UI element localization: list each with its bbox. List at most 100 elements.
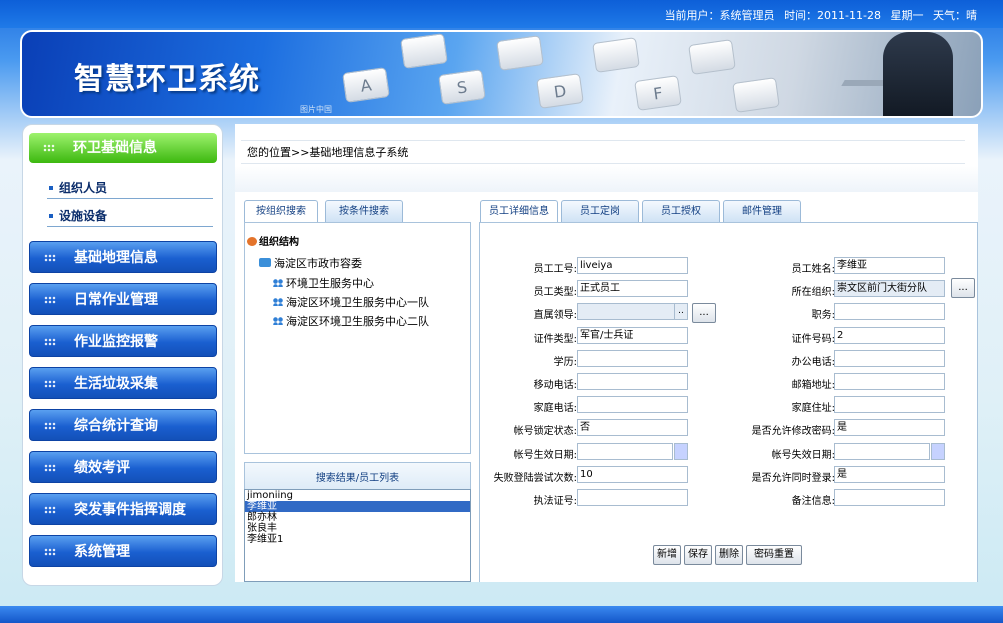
list-item[interactable]: 张良丰 bbox=[245, 523, 470, 534]
form-input[interactable] bbox=[577, 303, 688, 320]
tree-node-label: 环境卫生服务中心 bbox=[286, 277, 374, 290]
submenu-item-facilities[interactable]: 设施设备 bbox=[47, 205, 213, 227]
keyboard-key-blank bbox=[732, 77, 780, 113]
date-picker-icon[interactable] bbox=[674, 443, 688, 460]
keyboard-key-blank bbox=[592, 37, 640, 73]
grid-dots-icon bbox=[43, 144, 55, 152]
browse-org-button[interactable]: ... bbox=[951, 278, 975, 298]
form-input[interactable] bbox=[834, 489, 945, 506]
header-banner: A S D F 智慧环卫系统 图片中国 bbox=[20, 30, 983, 118]
org-root-icon bbox=[247, 237, 257, 246]
current-time: 时间：2011-11-28 bbox=[784, 9, 881, 22]
submenu-item-staff[interactable]: 组织人员 bbox=[47, 177, 213, 199]
employee-listbox[interactable]: jimoniing 李维亚 郎亦林 张良丰 李维亚1 bbox=[244, 489, 471, 582]
sidebar-item-label: 基础地理信息 bbox=[74, 250, 158, 266]
tree-node-municipal[interactable]: 海淀区市政市容委 bbox=[259, 255, 362, 271]
keyboard-key: A bbox=[342, 67, 390, 103]
form-input[interactable]: 2 bbox=[834, 327, 945, 344]
add-button[interactable]: 新增 bbox=[653, 545, 681, 565]
form-input[interactable] bbox=[577, 489, 688, 506]
form-input[interactable] bbox=[834, 443, 930, 460]
tree-root[interactable]: 组织结构 bbox=[247, 233, 299, 248]
weekday: 星期一 bbox=[890, 9, 924, 22]
form-label: 证件类型: bbox=[533, 334, 577, 345]
tree-node-team-1[interactable]: 海淀区环境卫生服务中心一队 bbox=[273, 294, 429, 310]
form-input[interactable] bbox=[577, 350, 688, 367]
form-input[interactable]: 否 bbox=[577, 419, 688, 436]
form-input[interactable]: 崇文区前门大街分队 bbox=[834, 280, 945, 297]
form-label: 家庭电话: bbox=[533, 403, 577, 414]
sidebar-item-garbage-collection[interactable]: 生活垃圾采集 bbox=[29, 367, 217, 399]
sidebar-item-monitor-alarm[interactable]: 作业监控报警 bbox=[29, 325, 217, 357]
sidebar-item-system-admin[interactable]: 系统管理 bbox=[29, 535, 217, 567]
form-label: 备注信息: bbox=[791, 496, 835, 507]
tab-employee-details[interactable]: 员工详细信息 bbox=[480, 200, 558, 223]
form-input[interactable] bbox=[834, 373, 945, 390]
form-label: 帐号锁定状态: bbox=[513, 426, 577, 437]
grid-dots-icon bbox=[44, 338, 56, 346]
form-input[interactable] bbox=[577, 396, 688, 413]
tab-mail-manage[interactable]: 邮件管理 bbox=[723, 200, 801, 222]
form-label: 移动电话: bbox=[533, 380, 577, 391]
tab-employee-post[interactable]: 员工定岗 bbox=[561, 200, 639, 222]
form-input[interactable]: liveiya bbox=[577, 257, 688, 274]
form-label: 员工姓名: bbox=[791, 264, 835, 275]
date-picker-icon[interactable] bbox=[931, 443, 945, 460]
list-item[interactable]: 郎亦林 bbox=[245, 512, 470, 523]
form-input[interactable] bbox=[834, 350, 945, 367]
form-input[interactable] bbox=[834, 303, 945, 320]
list-item[interactable]: jimoniing bbox=[245, 490, 470, 501]
tab-search-by-org[interactable]: 按组织搜索 bbox=[244, 200, 318, 223]
reset-password-button[interactable]: 密码重置 bbox=[746, 545, 802, 565]
sidebar: 环卫基础信息 组织人员 设施设备 基础地理信息 日常作业管理 作业监控报警 生活… bbox=[22, 124, 223, 586]
form-input[interactable]: 正式员工 bbox=[577, 280, 688, 297]
delete-button[interactable]: 删除 bbox=[715, 545, 743, 565]
list-item-selected[interactable]: 李维亚 bbox=[245, 501, 470, 512]
form-label: 直属领导: bbox=[533, 310, 577, 321]
grid-dots-icon bbox=[44, 548, 56, 556]
grid-dots-icon bbox=[44, 296, 56, 304]
tree-node-service-center[interactable]: 环境卫生服务中心 bbox=[273, 275, 374, 291]
sidebar-item-daily-ops[interactable]: 日常作业管理 bbox=[29, 283, 217, 315]
form-input[interactable]: 是 bbox=[834, 419, 945, 436]
tab-employee-authorize[interactable]: 员工授权 bbox=[642, 200, 720, 222]
browse-leader-button[interactable]: ... bbox=[692, 303, 716, 323]
form-label: 员工工号: bbox=[533, 264, 577, 275]
form-input[interactable]: 李维亚 bbox=[834, 257, 945, 274]
sidebar-item-sanitation-basic-info[interactable]: 环卫基础信息 bbox=[29, 133, 217, 163]
org-tree-panel: 组织结构 海淀区市政市容委 环境卫生服务中心 海淀区环境卫生服务中心一队 海淀区… bbox=[244, 222, 471, 454]
form-label: 学历: bbox=[553, 357, 577, 368]
form-label: 邮箱地址: bbox=[791, 380, 835, 391]
org-unit-icon bbox=[273, 279, 283, 287]
current-user: 当前用户：系统管理员 bbox=[664, 9, 775, 22]
list-item[interactable]: 李维亚1 bbox=[245, 534, 470, 545]
form-label: 员工类型: bbox=[533, 287, 577, 298]
sidebar-item-emergency[interactable]: 突发事件指挥调度 bbox=[29, 493, 217, 525]
form-input[interactable]: 军官/士兵证 bbox=[577, 327, 688, 344]
breadcrumb: 您的位置>>基础地理信息子系统 bbox=[241, 140, 965, 164]
grid-dots-icon bbox=[44, 422, 56, 430]
sidebar-item-statistics[interactable]: 综合统计查询 bbox=[29, 409, 217, 441]
form-input[interactable] bbox=[577, 443, 673, 460]
tree-root-label: 组织结构 bbox=[259, 237, 299, 248]
tab-search-by-condition[interactable]: 按条件搜索 bbox=[325, 200, 403, 222]
form-label: 是否允许同时登录: bbox=[751, 473, 835, 484]
sidebar-item-label: 日常作业管理 bbox=[74, 292, 158, 308]
save-button[interactable]: 保存 bbox=[684, 545, 712, 565]
form-input[interactable]: 是 bbox=[834, 466, 945, 483]
leader-picker-button[interactable]: .. bbox=[674, 303, 688, 320]
form-label: 帐号生效日期: bbox=[513, 450, 577, 461]
form-input[interactable] bbox=[834, 396, 945, 413]
form-input[interactable] bbox=[577, 373, 688, 390]
tree-node-team-2[interactable]: 海淀区环境卫生服务中心二队 bbox=[273, 313, 429, 329]
form-label: 帐号失效日期: bbox=[771, 450, 835, 461]
keyboard-key: D bbox=[536, 73, 584, 109]
keyboard-key: F bbox=[634, 75, 682, 111]
form-input[interactable]: 10 bbox=[577, 466, 688, 483]
form-label: 执法证号: bbox=[533, 496, 577, 507]
sidebar-item-geo-info[interactable]: 基础地理信息 bbox=[29, 241, 217, 273]
sidebar-item-performance[interactable]: 绩效考评 bbox=[29, 451, 217, 483]
form-label: 是否允许修改密码: bbox=[751, 426, 835, 437]
sidebar-item-label: 环卫基础信息 bbox=[73, 140, 157, 156]
form-label: 失败登陆尝试次数: bbox=[493, 473, 577, 484]
